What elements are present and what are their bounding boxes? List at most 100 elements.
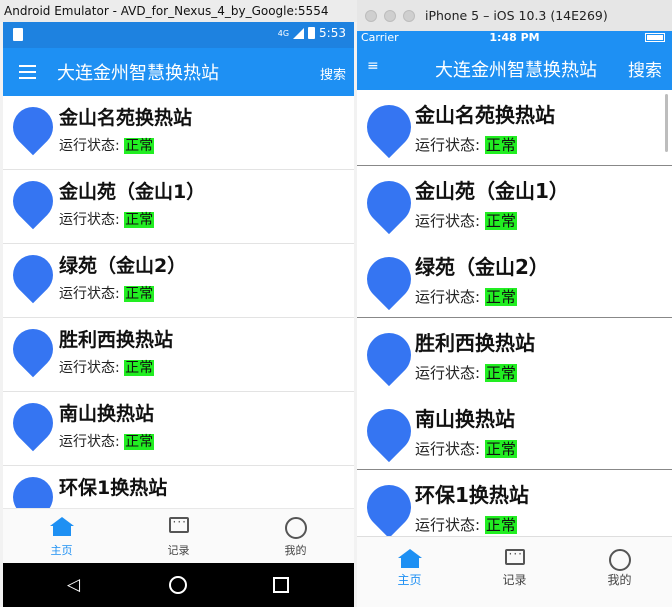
station-status: 运行状态: 正常 bbox=[59, 431, 155, 451]
station-status: 运行状态: 正常 bbox=[59, 283, 155, 303]
list-item[interactable]: 环保1换热站运行状态: 正常 bbox=[3, 466, 354, 508]
status-badge: 正常 bbox=[124, 434, 155, 450]
tab-chat[interactable]: 记录 bbox=[120, 509, 237, 564]
location-pin-icon bbox=[4, 172, 62, 230]
station-status: 运行状态: 正常 bbox=[415, 362, 517, 383]
station-status: 运行状态: 正常 bbox=[415, 286, 517, 307]
station-status: 运行状态: 正常 bbox=[59, 209, 155, 229]
status-label: 运行状态: bbox=[415, 136, 481, 154]
status-label: 运行状态: bbox=[59, 212, 120, 228]
status-badge: 正常 bbox=[484, 136, 517, 154]
tab-label: 我的 bbox=[284, 544, 307, 557]
home-nav-icon[interactable] bbox=[169, 576, 187, 594]
back-icon[interactable]: ◁ bbox=[67, 575, 80, 595]
tab-label: 主页 bbox=[50, 544, 73, 557]
status-badge: 正常 bbox=[124, 286, 155, 302]
station-list[interactable]: 金山名苑换热站 运行状态: 正常 金山苑（金山1） 运行状态: 正常 绿苑（金山2） 运行… bbox=[357, 90, 672, 536]
android-emulator-window: Android Emulator - AVD_for_Nexus_4_by_Go… bbox=[0, 0, 357, 607]
station-status: 运行状态: 正常 bbox=[415, 438, 517, 459]
window-title: Android Emulator - AVD_for_Nexus_4_by_Go… bbox=[0, 0, 357, 22]
location-pin-icon bbox=[4, 320, 62, 378]
minimize-icon[interactable] bbox=[384, 10, 396, 22]
status-label: 运行状态: bbox=[59, 360, 120, 376]
list-item[interactable]: 金山名苑换热站 运行状态: 正常 bbox=[357, 90, 672, 166]
status-badge: 正常 bbox=[484, 288, 517, 306]
tab-chat[interactable]: 记录 bbox=[462, 537, 567, 607]
list-item[interactable]: 环保1换热站运行状态: 正常 bbox=[357, 470, 672, 536]
window-title: iPhone 5 – iOS 10.3 (14E269) bbox=[425, 8, 608, 23]
window-titlebar: iPhone 5 – iOS 10.3 (14E269) bbox=[357, 0, 672, 32]
list-item[interactable]: 金山名苑换热站 运行状态: 正常 bbox=[3, 96, 354, 170]
station-status: 运行状态: 正常 bbox=[59, 135, 155, 155]
home-icon bbox=[397, 549, 422, 568]
station-status: 运行状态: 正常 bbox=[415, 134, 517, 155]
status-badge: 正常 bbox=[124, 360, 155, 376]
menu-icon[interactable]: ≡ bbox=[367, 58, 379, 74]
page-title: 大连金州智慧换热站 bbox=[435, 60, 597, 81]
menu-icon[interactable] bbox=[19, 65, 36, 79]
location-pin-icon bbox=[4, 246, 62, 304]
station-status: 运行状态: 正常 bbox=[59, 357, 155, 377]
status-badge: 正常 bbox=[484, 516, 517, 534]
status-bar: Carrier 1:48 PM bbox=[357, 31, 672, 45]
location-pin-icon bbox=[357, 247, 421, 311]
station-status: 运行状态: 正常 bbox=[415, 210, 517, 231]
status-time: 5:53 bbox=[319, 26, 346, 40]
list-item[interactable]: 南山换热站运行状态: 正常 bbox=[357, 394, 672, 470]
recent-apps-icon[interactable] bbox=[273, 577, 289, 593]
network-type: 4G bbox=[277, 28, 290, 38]
nav-bar: ≡ 大连金州智慧换热站 搜索 bbox=[357, 45, 672, 90]
tab-label: 我的 bbox=[607, 573, 632, 587]
station-list[interactable]: 金山名苑换热站 运行状态: 正常 金山苑（金山1） 运行状态: 正常 绿苑（金山2） 运行… bbox=[3, 96, 354, 508]
close-icon[interactable] bbox=[365, 10, 377, 22]
location-pin-icon bbox=[357, 475, 421, 536]
status-badge: 正常 bbox=[124, 138, 155, 154]
ios-device-screen: Carrier 1:48 PM ≡ 大连金州智慧换热站 搜索 金山名苑换热站 运行… bbox=[357, 31, 672, 607]
android-device-screen: 4G 5:53 大连金州智慧换热站 搜索 金山名苑换热站 运行状态: 正常 金山苑（… bbox=[3, 22, 354, 607]
status-time: 1:48 PM bbox=[489, 31, 540, 44]
station-name: 金山苑（金山1） bbox=[59, 181, 206, 203]
battery-icon bbox=[645, 33, 665, 42]
tab-user[interactable]: 我的 bbox=[237, 509, 354, 564]
status-label: 运行状态: bbox=[59, 138, 120, 154]
sd-card-icon bbox=[13, 28, 23, 41]
status-label: 运行状态: bbox=[415, 440, 481, 458]
user-icon bbox=[608, 549, 631, 571]
zoom-icon[interactable] bbox=[403, 10, 415, 22]
list-item[interactable]: 绿苑（金山2） 运行状态: 正常 bbox=[3, 244, 354, 318]
tab-label: 主页 bbox=[397, 573, 422, 587]
station-name: 南山换热站 bbox=[59, 403, 155, 425]
search-button[interactable]: 搜索 bbox=[628, 56, 662, 81]
tab-home[interactable]: 主页 bbox=[3, 509, 120, 564]
list-item[interactable]: 胜利西换热站 运行状态: 正常 bbox=[357, 318, 672, 394]
list-item[interactable]: 金山苑（金山1） 运行状态: 正常 bbox=[357, 166, 672, 242]
status-label: 运行状态: bbox=[415, 516, 481, 534]
location-pin-icon bbox=[357, 95, 421, 159]
list-item[interactable]: 金山苑（金山1） 运行状态: 正常 bbox=[3, 170, 354, 244]
system-nav-bar: ◁ bbox=[3, 563, 354, 607]
tab-label: 记录 bbox=[167, 544, 190, 557]
list-item[interactable]: 南山换热站运行状态: 正常 bbox=[3, 392, 354, 466]
status-badge: 正常 bbox=[484, 440, 517, 458]
status-label: 运行状态: bbox=[415, 212, 481, 230]
station-name: 胜利西换热站 bbox=[59, 329, 174, 351]
status-badge: 正常 bbox=[484, 364, 517, 382]
search-button[interactable]: 搜索 bbox=[320, 64, 346, 83]
station-name: 金山名苑换热站 bbox=[59, 107, 193, 129]
list-item[interactable]: 胜利西换热站 运行状态: 正常 bbox=[3, 318, 354, 392]
station-name: 金山苑（金山1） bbox=[415, 179, 569, 203]
battery-icon bbox=[308, 27, 316, 39]
station-name: 绿苑（金山2） bbox=[59, 255, 187, 277]
station-status: 运行状态: 正常 bbox=[415, 514, 517, 535]
tab-bar: 主页 记录 我的 bbox=[357, 536, 672, 607]
list-item[interactable]: 绿苑（金山2） 运行状态: 正常 bbox=[357, 242, 672, 318]
station-name: 胜利西换热站 bbox=[415, 331, 535, 355]
tab-user[interactable]: 我的 bbox=[567, 537, 672, 607]
status-label: 运行状态: bbox=[59, 434, 120, 450]
chat-icon bbox=[168, 515, 189, 533]
status-label: 运行状态: bbox=[415, 288, 481, 306]
station-name: 金山名苑换热站 bbox=[415, 103, 555, 127]
tab-home[interactable]: 主页 bbox=[357, 537, 462, 607]
location-pin-icon bbox=[357, 171, 421, 235]
station-name: 南山换热站 bbox=[415, 407, 515, 431]
